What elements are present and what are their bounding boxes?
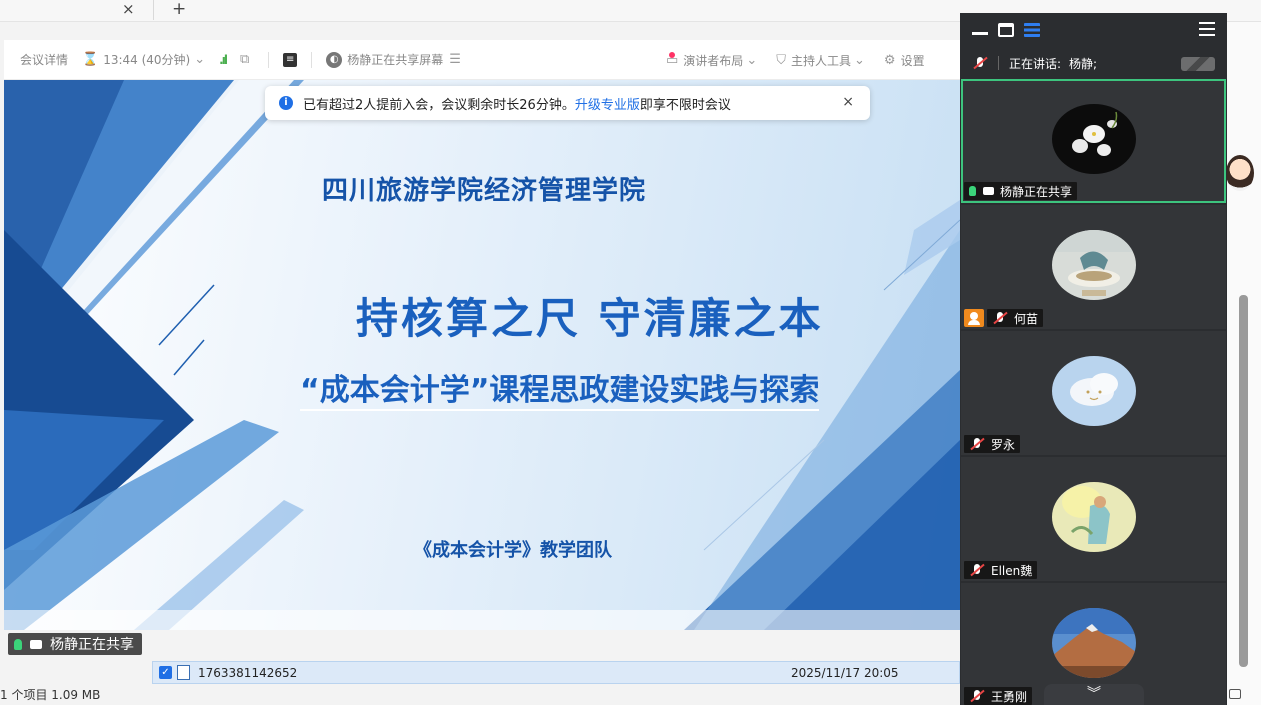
slide-team-name: 《成本会计学》教学团队 [414, 540, 612, 561]
checkbox-icon[interactable]: ✓ [159, 666, 172, 679]
document-icon: ≡ [283, 52, 298, 67]
network-signal[interactable]: .ıl [219, 52, 228, 67]
shield-icon: ⛉ [776, 52, 786, 68]
avatar [1052, 608, 1136, 678]
host-tools-label: 主持人工具 [790, 53, 851, 68]
speaking-name: 杨静; [1069, 56, 1098, 71]
participant-name: 杨静正在共享 [1000, 184, 1073, 199]
file-icon [177, 665, 190, 680]
chevron-down-icon: ⌄ [194, 52, 206, 67]
participant-name-tag: 罗永 [964, 435, 1021, 453]
avatar [1052, 482, 1136, 552]
signal-icon: .ıl [219, 52, 228, 67]
speaking-indicator: 正在讲话: 杨静; [960, 47, 1227, 79]
list-icon: ☰ [449, 52, 461, 67]
collapse-panel-icon[interactable] [1199, 22, 1215, 36]
external-window-icon: ⧉ [239, 52, 250, 67]
share-screen-icon [983, 187, 994, 195]
close-tab-icon[interactable]: × [122, 0, 135, 18]
chevron-down-icon: ⌄ [746, 52, 758, 68]
info-icon: i [279, 96, 293, 110]
mic-muted-icon [969, 689, 985, 703]
slide-course-title: “成本会计学”课程思政建设实践与探索 [300, 365, 820, 411]
toolbar-divider [268, 51, 270, 68]
background-avatar [1226, 155, 1254, 191]
expand-panel-button[interactable]: ︾ [1044, 684, 1144, 705]
screen-sharing-tag: 杨静正在共享 [8, 633, 142, 655]
meeting-details-label: 会议详情 [20, 53, 69, 67]
speaking-label: 正在讲话: [1009, 56, 1062, 71]
tab-divider [153, 0, 154, 20]
upgrade-notice: i 已有超过2人提前入会，会议剩余时长26分钟。 升级专业版 即享不限时会议 × [265, 86, 870, 120]
host-badge-icon [964, 309, 984, 327]
participant-name-tag: 杨静正在共享 [964, 182, 1078, 200]
sharing-status[interactable]: ◐ 杨静正在共享屏幕 ☰ [326, 51, 466, 68]
notice-text-end: 即享不限时会议 [639, 97, 731, 113]
settings-button[interactable]: ⚙ 设置 [884, 52, 925, 69]
participant-tile[interactable]: 何苗 [961, 205, 1226, 329]
sharing-status-label: 杨静正在共享屏幕 [347, 53, 444, 67]
annotation-button[interactable]: ≡ [283, 52, 298, 67]
list-view-icon[interactable] [1024, 23, 1040, 37]
participant-name-tag: 何苗 [987, 309, 1044, 327]
microphone-icon [969, 186, 976, 196]
sharing-tag-label: 杨静正在共享 [50, 637, 134, 653]
participant-tile[interactable]: Ellen魏 [961, 457, 1226, 581]
background-window-icon [1229, 689, 1241, 699]
file-list-row[interactable]: ✓ 1763381142652 2025/11/17 20:05 [152, 661, 960, 684]
presenter-layout-button[interactable]: ▭ 演讲者布局 ⌄ [666, 51, 762, 69]
host-tools-button[interactable]: ⛉ 主持人工具 ⌄ [776, 52, 870, 69]
share-screen-icon [30, 639, 42, 649]
toolbar-divider [311, 51, 313, 68]
popout-button[interactable]: ⧉ [240, 52, 254, 67]
microphone-icon [14, 638, 22, 650]
mic-muted-icon [969, 437, 985, 451]
participant-panel: 正在讲话: 杨静; 杨静正在共享 何苗 罗永 Ellen魏 王勇刚 ︾ [960, 13, 1227, 705]
chevron-down-icon: ⌄ [854, 52, 865, 68]
participant-name: 王勇刚 [991, 689, 1028, 704]
notice-text: 已有超过2人提前入会，会议剩余时长26分钟。 [303, 97, 575, 113]
meeting-time: 13:44 (40分钟) [103, 53, 191, 67]
layout-icon: ▭ [666, 51, 679, 68]
hourglass-icon: ⌛ [82, 52, 99, 67]
window-icon[interactable] [998, 23, 1014, 37]
panel-header [960, 13, 1227, 47]
participant-name-tag: Ellen魏 [964, 561, 1038, 579]
chevron-down-icon: ︾ [1087, 686, 1101, 702]
participant-name: 罗永 [991, 437, 1016, 452]
meeting-details-button[interactable]: 会议详情 [20, 51, 68, 68]
avatar [1052, 230, 1136, 300]
minimize-icon[interactable] [972, 26, 988, 35]
new-tab-icon[interactable]: + [172, 0, 186, 19]
mic-muted-icon [969, 563, 985, 577]
slide-school-title: 四川旅游学院经济管理学院 [321, 176, 646, 206]
avatar [1052, 104, 1136, 174]
participant-tile[interactable]: 罗永 [961, 331, 1226, 455]
settings-label: 设置 [900, 53, 925, 68]
speaking-decoration [1181, 57, 1215, 71]
mic-muted-icon [972, 56, 988, 70]
share-screen-icon: ◐ [326, 51, 343, 68]
background-scrollbar[interactable] [1239, 295, 1248, 667]
participant-name-tag: 王勇刚 [964, 687, 1033, 705]
participant-name: 何苗 [1014, 311, 1039, 326]
upgrade-link[interactable]: 升级专业版 [575, 94, 640, 113]
mic-muted-icon [992, 311, 1008, 325]
close-icon[interactable]: × [842, 94, 854, 110]
presenter-layout-label: 演讲者布局 [683, 53, 744, 68]
avatar [1052, 356, 1136, 426]
file-name: 1763381142652 [198, 665, 298, 680]
meeting-toolbar: 会议详情 ⌛ 13:44 (40分钟) ⌄ .ıl ⧉ ≡ ◐ 杨静正在共享屏幕… [4, 40, 960, 80]
participant-name: Ellen魏 [991, 563, 1033, 578]
gear-icon: ⚙ [883, 52, 896, 68]
slide-headline: 持核算之尺 守清廉之本 [356, 294, 824, 343]
meeting-timer[interactable]: ⌛ 13:44 (40分钟) ⌄ [82, 51, 205, 68]
file-date: 2025/11/17 20:05 [791, 666, 899, 680]
participant-tile[interactable]: 杨静正在共享 [961, 79, 1226, 203]
divider [998, 56, 999, 70]
shared-screen-slide: 四川旅游学院经济管理学院 持核算之尺 守清廉之本 “成本会计学”课程思政建设实践… [4, 80, 960, 630]
explorer-status-bar: 1 个项目 1.09 MB [0, 688, 101, 702]
